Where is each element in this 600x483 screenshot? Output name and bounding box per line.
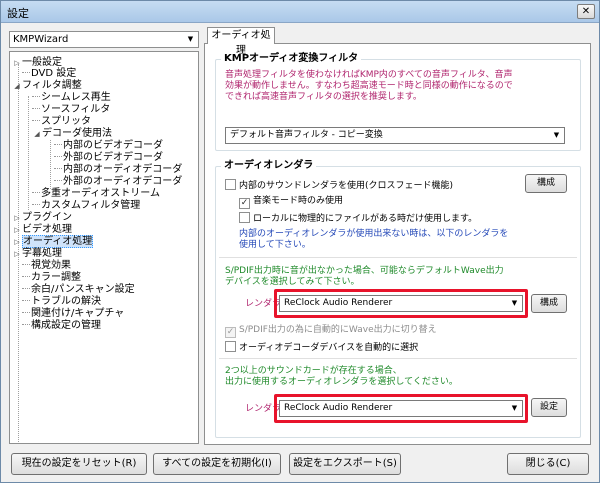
kmp-filter-desc-2: 効果が動作しません。すなわち超高速モード時と同様の動作になるので [225,81,513,91]
multi-card-note-1: 2つ以上のサウンドカードが存在する場合、 [225,366,402,376]
audio-filter-value: デフォルト音声フィルタ - コピー変換 [230,130,383,140]
tree-item-dvd[interactable]: DVD 設定 [22,68,76,79]
renderer2-select[interactable]: ReClock Audio Renderer ▼ [279,400,523,417]
tree-item-decoder-usage[interactable]: ◢ デコーダ使用法 [32,128,112,140]
renderer-select[interactable]: ReClock Audio Renderer ▼ [279,295,523,312]
local-only-checkbox[interactable]: ローカルに物理的にファイルがある時だけ使用します。 [239,212,477,225]
collapse-icon: ◢ [34,130,40,138]
reset-button[interactable]: 現在の設定をリセット(R) [11,453,147,475]
renderer-config2-button[interactable]: 構成 [531,294,567,313]
tree-item-internal-audio-decoder[interactable]: 内部のオーディオデコーダ [54,164,182,175]
tree-item-external-audio-decoder[interactable]: 外部のオーディオデコーダ [54,176,182,187]
tree-connector [28,96,29,210]
tree-item-config-management[interactable]: 構成設定の管理 [22,320,101,331]
tree-item-filter[interactable]: ◢ フィルタ調整 [12,80,82,92]
renderer2-settings-button[interactable]: 設定 [531,398,567,417]
tree-item-plugin[interactable]: ▷ プラグイン [12,212,72,224]
tree-item-source-filter[interactable]: ソースフィルタ [32,104,110,115]
tree-item-external-video-decoder[interactable]: 外部のビデオデコーダ [54,152,163,163]
tree-item-color[interactable]: カラー調整 [22,272,81,283]
divider [219,257,577,258]
divider [219,358,577,359]
chevron-down-icon: ▼ [553,131,560,139]
kmp-filter-desc-1: 音声処理フィルタを使わなければKMP内のすべての音声フィルタ、音声 [225,70,513,80]
spdif-auto-checkbox[interactable]: ✓ S/PDIF出力の為に自動的にWave出力に切り替え [225,324,437,338]
tree-item-audio-processing[interactable]: ▷ オーディオ処理 [12,235,94,248]
expand-icon: ▷ [14,226,20,234]
music-mode-checkbox[interactable]: ✓ 音楽モード時のみ使用 [239,195,343,209]
chevron-down-icon: ▼ [187,35,194,43]
renderer-config-button[interactable]: 構成 [525,174,567,193]
tree-item-subtitle[interactable]: ▷ 字幕処理 [12,248,62,260]
expand-icon: ▷ [14,238,20,246]
settings-tree[interactable]: ▷ 一般設定 DVD 設定 ◢ フィルタ調整 シームレス再生 ソースフィルタ スプリ… [9,51,199,444]
tab-page: KMPオーディオ変換フィルタ 音声処理フィルタを使わなければKMP内のすべての音… [204,43,591,445]
audio-filter-select[interactable]: デフォルト音声フィルタ - コピー変換 ▼ [225,127,565,144]
initialize-button[interactable]: すべての設定を初期化(I) [153,453,281,475]
renderer-note-1: 内部のオーディオレンダラが使用出来ない時は、以下のレンダラを [239,229,509,239]
tree-item-troubleshoot[interactable]: トラブルの解決 [22,296,101,307]
kmp-filter-desc-3: できれば高速音声フィルタの選択を推奨します。 [225,92,422,102]
collapse-icon: ◢ [14,82,20,90]
tree-item-pan-scan[interactable]: 余白/パンスキャン設定 [22,284,135,295]
tree-item-association[interactable]: 関連付け/キャプチャ [22,308,124,319]
renderer2-value: ReClock Audio Renderer [284,403,393,413]
spdif-note-2: デバイスを選択してみて下さい。 [225,277,360,287]
auto-decoder-checkbox[interactable]: オーディオデコーダデバイスを自動的に選択 [225,341,418,354]
preset-select[interactable]: KMPWizard ▼ [9,31,199,48]
multi-card-note-2: 出力に使用するオーディオレンダラを選択してください。 [225,377,458,387]
tree-item-visual-effects[interactable]: 視覚効果 [22,260,71,271]
renderer-label: レンダラ [245,299,282,309]
spdif-note-1: S/PDIF出力時に音が出なかった場合、可能ならデフォルトWave出力 [225,266,504,276]
close-button[interactable]: 閉じる(C) [507,453,589,475]
title-bar: 設定 ✕ [1,1,599,23]
tree-item-custom-filter[interactable]: カスタムフィルタ管理 [32,200,140,211]
tree-connector [50,140,51,189]
use-internal-renderer-checkbox[interactable]: 内部のサウンドレンダラを使用(クロスフェード機能) [225,179,453,192]
tree-item-multi-audio-stream[interactable]: 多重オーディオストリーム [32,188,160,199]
expand-icon: ▷ [14,59,20,67]
renderer-title: オーディオレンダラ [221,160,317,171]
chevron-down-icon: ▼ [511,299,518,307]
preset-value: KMPWizard [13,34,69,45]
chevron-down-icon: ▼ [511,404,518,412]
settings-window: 設定 ✕ KMPWizard ▼ ▷ 一般設定 DVD 設定 ◢ フィルタ調整 シー… [0,0,600,483]
tree-item-splitter[interactable]: スプリッタ [32,116,91,127]
tree-item-internal-video-decoder[interactable]: 内部のビデオデコーダ [54,140,163,151]
renderer-value: ReClock Audio Renderer [284,298,393,308]
renderer2-label: レンダラ [245,404,282,414]
close-icon[interactable]: ✕ [577,4,595,19]
tree-item-seamless[interactable]: シームレス再生 [32,92,111,103]
expand-icon: ▷ [14,250,20,258]
expand-icon: ▷ [14,214,20,222]
tab-audio-processing[interactable]: オーディオ処理 [207,27,275,56]
export-button[interactable]: 設定をエクスポート(S) [289,453,401,475]
renderer-note-2: 使用して下さい。 [239,240,311,250]
window-title: 設定 [7,7,29,20]
